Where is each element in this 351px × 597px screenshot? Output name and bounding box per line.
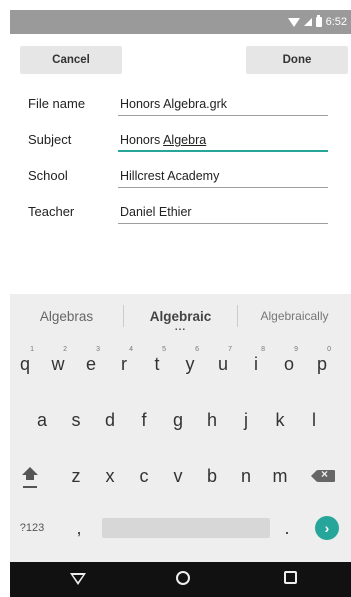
done-button[interactable]: Done (246, 46, 348, 74)
key-s[interactable]: s (61, 398, 91, 442)
suggestion-strip: Algebras Algebraic Algebraically (10, 294, 351, 338)
key-k[interactable]: k (265, 398, 295, 442)
symbols-key[interactable]: ?123 (14, 506, 50, 550)
key-t-label: t (154, 353, 160, 374)
file-properties-form: Cancel Done File name Honors Algebra.grk… (10, 34, 351, 294)
key-n[interactable]: n (231, 454, 261, 498)
comma-key[interactable]: , (64, 506, 94, 550)
key-row-3: z x c v b n m (10, 454, 351, 498)
key-p-label: p (316, 353, 327, 374)
shift-key[interactable] (12, 454, 48, 498)
back-triangle-inner (73, 575, 83, 582)
key-x[interactable]: x (95, 454, 125, 498)
key-p[interactable]: p0 (307, 342, 337, 386)
school-field[interactable]: Hillcrest Academy (118, 164, 328, 188)
key-u[interactable]: u7 (208, 342, 238, 386)
key-q-hint: 1 (30, 346, 34, 353)
key-h[interactable]: h (197, 398, 227, 442)
key-o-label: o (283, 353, 294, 374)
subject-label: Subject (28, 132, 72, 147)
soft-keyboard: Algebras Algebraic Algebraically q1 w2 e… (10, 294, 351, 562)
key-o-hint: 9 (294, 346, 298, 353)
key-v[interactable]: v (163, 454, 193, 498)
school-label: School (28, 168, 68, 183)
key-w-hint: 2 (63, 346, 67, 353)
key-q[interactable]: q1 (10, 342, 40, 386)
key-c[interactable]: c (129, 454, 159, 498)
file-name-label: File name (28, 96, 86, 111)
key-r-hint: 4 (129, 346, 133, 353)
key-u-hint: 7 (228, 346, 232, 353)
key-b[interactable]: b (197, 454, 227, 498)
key-z[interactable]: z (61, 454, 91, 498)
period-key[interactable]: . (272, 506, 302, 550)
key-q-label: q (19, 353, 30, 374)
subject-row: Subject Honors Algebra (10, 126, 351, 156)
key-y[interactable]: y6 (175, 342, 205, 386)
key-d[interactable]: d (95, 398, 125, 442)
school-row: School Hillcrest Academy (10, 162, 351, 192)
key-y-label: y (185, 353, 195, 374)
key-i-hint: 8 (261, 346, 265, 353)
key-row-2: a s d f g h j k l (10, 398, 351, 442)
enter-key[interactable]: › (315, 516, 339, 540)
space-bar[interactable] (102, 518, 270, 538)
key-p-hint: 0 (327, 346, 331, 353)
backspace-key[interactable] (308, 454, 344, 498)
suggestion-left[interactable]: Algebras (10, 309, 123, 324)
wifi-icon (287, 17, 300, 27)
key-w-label: w (51, 353, 65, 374)
file-name-row: File name Honors Algebra.grk (10, 90, 351, 120)
key-i-label: i (254, 353, 258, 374)
key-w[interactable]: w2 (43, 342, 73, 386)
key-o[interactable]: o9 (274, 342, 304, 386)
suggestion-right[interactable]: Algebraically (238, 309, 351, 323)
key-row-1: q1 w2 e3 r4 t5 y6 u7 i8 o9 p0 (10, 342, 351, 386)
teacher-row: Teacher Daniel Ethier (10, 198, 351, 228)
shift-lock-bar (23, 486, 37, 488)
suggestion-center[interactable]: Algebraic (124, 309, 237, 324)
key-j[interactable]: j (231, 398, 261, 442)
battery-icon (315, 15, 322, 27)
navigation-bar (10, 562, 351, 597)
home-circle-icon[interactable] (176, 571, 190, 585)
status-time: 6:52 (325, 16, 347, 28)
key-e[interactable]: e3 (76, 342, 106, 386)
subject-value-text: Honors (120, 133, 164, 147)
key-a[interactable]: a (27, 398, 57, 442)
key-e-label: e (85, 353, 96, 374)
recents-square-icon[interactable] (284, 571, 297, 584)
teacher-label: Teacher (28, 204, 75, 219)
chevron-right-icon: › (324, 520, 330, 536)
key-g[interactable]: g (163, 398, 193, 442)
teacher-field[interactable]: Daniel Ethier (118, 200, 328, 224)
subject-field[interactable]: Honors Algebra (118, 128, 328, 152)
file-name-field[interactable]: Honors Algebra.grk (118, 92, 328, 116)
backspace-icon (311, 467, 335, 482)
subject-composing-word: Algebra (163, 133, 207, 147)
key-t[interactable]: t5 (142, 342, 172, 386)
key-u-label: u (217, 353, 228, 374)
key-f[interactable]: f (129, 398, 159, 442)
key-i[interactable]: i8 (241, 342, 271, 386)
key-r-label: r (121, 353, 127, 374)
key-l[interactable]: l (299, 398, 329, 442)
key-row-4: ?123 , . › (10, 506, 351, 550)
key-m[interactable]: m (265, 454, 295, 498)
cancel-button[interactable]: Cancel (20, 46, 122, 74)
key-t-hint: 5 (162, 346, 166, 353)
key-r[interactable]: r4 (109, 342, 139, 386)
key-y-hint: 6 (195, 346, 199, 353)
key-e-hint: 3 (96, 346, 100, 353)
signal-icon (303, 18, 312, 26)
shift-icon (22, 467, 38, 485)
status-bar: 6:52 (10, 10, 351, 34)
